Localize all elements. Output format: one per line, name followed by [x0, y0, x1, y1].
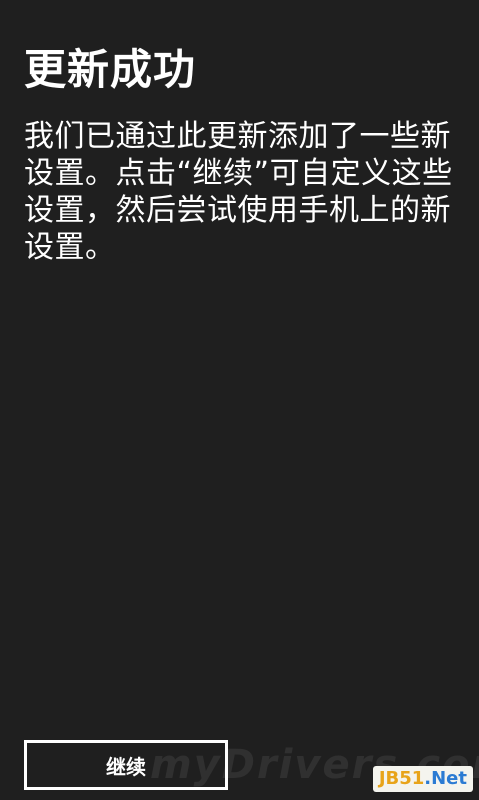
site-badge-part-a: JB51 — [378, 768, 425, 789]
update-success-screen: 更新成功 我们已通过此更新添加了一些新设置。点击“继续”可自定义这些设置，然后尝… — [0, 0, 479, 800]
page-title: 更新成功 — [24, 45, 197, 94]
update-message: 我们已通过此更新添加了一些新设置。点击“继续”可自定义这些设置，然后尝试使用手机… — [24, 119, 453, 265]
site-badge: JB51.Net — [372, 766, 473, 792]
site-badge-part-b: .Net — [424, 768, 467, 789]
continue-button[interactable]: 继续 — [24, 740, 228, 790]
